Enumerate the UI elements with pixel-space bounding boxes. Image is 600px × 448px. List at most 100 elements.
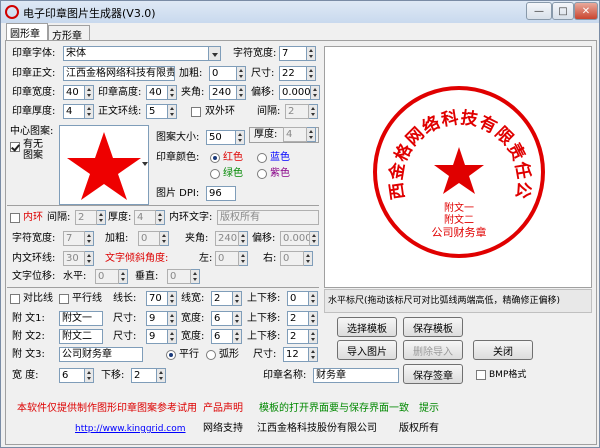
vert-input[interactable]: 0 — [167, 269, 191, 284]
inner-gap-spinner[interactable] — [97, 210, 106, 225]
pattern-preview-box[interactable] — [59, 125, 149, 205]
seal-height-input[interactable]: 40 — [146, 85, 168, 100]
vert-spinner[interactable] — [191, 269, 200, 284]
line-updown-input[interactable]: 0 — [287, 291, 309, 306]
offset-input[interactable]: 0.000 — [279, 85, 311, 100]
inner-text-ring-spinner[interactable] — [85, 251, 94, 266]
has-pattern-checkbox[interactable] — [10, 142, 20, 152]
tilt-right-spinner[interactable] — [304, 251, 313, 266]
save-seal-button[interactable]: 保存签章 — [403, 364, 463, 384]
ring-thickness-spinner[interactable] — [307, 127, 316, 142]
color-green-radio[interactable] — [210, 169, 220, 179]
website-link[interactable]: http://www.kinggrid.com — [75, 422, 186, 436]
sub-down-spinner[interactable] — [157, 368, 166, 383]
save-template-button[interactable]: 保存模板 — [403, 317, 463, 337]
sub2-updown-input[interactable]: 2 — [287, 329, 309, 344]
gap-input[interactable]: 2 — [285, 104, 309, 119]
inner-angle-input[interactable]: 240 — [215, 231, 239, 246]
seal-width-spinner[interactable] — [85, 85, 94, 100]
seal-width-input[interactable]: 40 — [63, 85, 85, 100]
color-purple-radio[interactable] — [257, 169, 267, 179]
inner-offset-spinner[interactable] — [310, 231, 319, 246]
sub1-input[interactable]: 附文一 — [59, 311, 103, 326]
sub1-updown-input[interactable]: 2 — [287, 311, 309, 326]
pattern-dropdown-arrow[interactable] — [139, 156, 151, 171]
char-width-spinner[interactable] — [307, 46, 316, 61]
inner-thickness-input[interactable]: 4 — [134, 210, 156, 225]
inner-char-width-spinner[interactable] — [85, 231, 94, 246]
char-width-input[interactable]: 7 — [279, 46, 307, 61]
seal-name-input[interactable]: 财务章 — [313, 368, 399, 383]
pattern-size-spinner[interactable] — [236, 130, 245, 145]
sub2-width-spinner[interactable] — [233, 329, 242, 344]
minimize-button[interactable]: — — [526, 2, 552, 20]
sub2-size-spinner[interactable] — [168, 329, 177, 344]
size-input[interactable]: 22 — [279, 66, 307, 81]
tab-circle-seal[interactable]: 圆形章 — [6, 23, 48, 41]
contrast-line-checkbox[interactable] — [10, 294, 20, 304]
sub2-updown-spinner[interactable] — [309, 329, 318, 344]
dpi-input[interactable]: 96 — [206, 186, 236, 201]
inner-ring-checkbox[interactable] — [10, 213, 20, 223]
thickness-input[interactable]: 4 — [63, 104, 85, 119]
parallel-radio[interactable] — [166, 350, 176, 360]
close-window-button[interactable]: ✕ — [574, 2, 598, 20]
close-button[interactable]: 关闭 — [473, 340, 533, 360]
sub3-size-spinner[interactable] — [309, 347, 318, 362]
bold-spinner[interactable] — [237, 66, 246, 81]
angle-input[interactable]: 240 — [209, 85, 237, 100]
inner-text-input[interactable]: 版权所有 — [217, 210, 319, 225]
ring-thickness-input[interactable]: 4 — [283, 127, 307, 142]
line-width-input[interactable]: 2 — [211, 291, 233, 306]
size-spinner[interactable] — [307, 66, 316, 81]
inner-offset-input[interactable]: 0.000 — [280, 231, 310, 246]
sub-width-input[interactable]: 6 — [59, 368, 85, 383]
tilt-left-input[interactable]: 0 — [215, 251, 239, 266]
arc-radio[interactable] — [206, 350, 216, 360]
inner-thickness-spinner[interactable] — [156, 210, 165, 225]
sub1-width-spinner[interactable] — [233, 311, 242, 326]
inner-gap-input[interactable]: 2 — [75, 210, 97, 225]
parallel-line-checkbox[interactable] — [59, 294, 69, 304]
sub2-input[interactable]: 附文二 — [59, 329, 103, 344]
offset-spinner[interactable] — [311, 85, 320, 100]
font-select[interactable]: 宋体 — [63, 46, 209, 61]
inner-bold-input[interactable]: 0 — [138, 231, 160, 246]
pattern-size-input[interactable]: 50 — [206, 130, 236, 145]
sub3-size-input[interactable]: 12 — [283, 347, 309, 362]
inner-angle-spinner[interactable] — [239, 231, 248, 246]
bold-input[interactable]: 0 — [209, 66, 237, 81]
sub2-size-input[interactable]: 9 — [146, 329, 168, 344]
color-red-radio[interactable] — [210, 153, 220, 163]
line-width-spinner[interactable] — [233, 291, 242, 306]
import-image-button[interactable]: 导入图片 — [337, 340, 397, 360]
tilt-right-input[interactable]: 0 — [280, 251, 304, 266]
horiz-spinner[interactable] — [119, 269, 128, 284]
double-ring-checkbox[interactable] — [191, 107, 201, 117]
text-ring-spinner[interactable] — [168, 104, 177, 119]
gap-spinner[interactable] — [309, 104, 318, 119]
seal-height-spinner[interactable] — [168, 85, 177, 100]
inner-text-ring-input[interactable]: 30 — [63, 251, 85, 266]
sub-down-input[interactable]: 2 — [131, 368, 157, 383]
sub1-updown-spinner[interactable] — [309, 311, 318, 326]
line-length-input[interactable]: 70 — [146, 291, 168, 306]
sub1-width-input[interactable]: 6 — [211, 311, 233, 326]
tab-square-seal[interactable]: 方形章 — [48, 25, 90, 42]
thickness-spinner[interactable] — [85, 104, 94, 119]
line-updown-spinner[interactable] — [309, 291, 318, 306]
tilt-left-spinner[interactable] — [239, 251, 248, 266]
line-length-spinner[interactable] — [168, 291, 177, 306]
horiz-input[interactable]: 0 — [95, 269, 119, 284]
select-template-button[interactable]: 选择模板 — [337, 317, 397, 337]
sub3-input[interactable]: 公司财务章 — [59, 347, 143, 362]
text-input[interactable]: 江西金格网络科技有限责 — [63, 66, 175, 81]
bmp-format-checkbox[interactable] — [476, 370, 486, 380]
text-ring-input[interactable]: 5 — [146, 104, 168, 119]
font-dropdown-arrow[interactable] — [209, 46, 221, 61]
color-blue-radio[interactable] — [257, 153, 267, 163]
inner-bold-spinner[interactable] — [160, 231, 169, 246]
sub1-size-input[interactable]: 9 — [146, 311, 168, 326]
angle-spinner[interactable] — [237, 85, 246, 100]
maximize-button[interactable]: □ — [552, 2, 574, 20]
